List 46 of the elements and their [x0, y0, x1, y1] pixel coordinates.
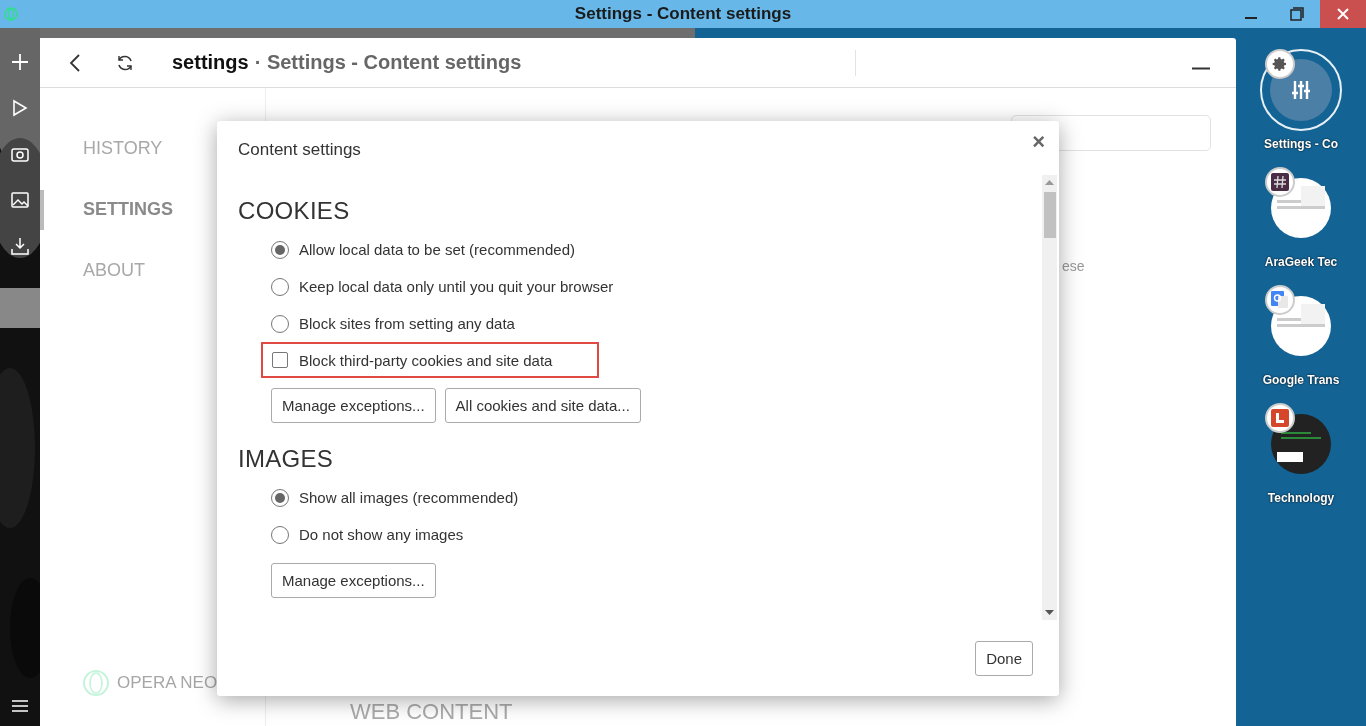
option-label: Block third-party cookies and site data	[299, 351, 553, 369]
option-label: Do not show any images	[299, 526, 464, 543]
square-logo-icon	[1271, 409, 1289, 427]
close-icon	[1337, 8, 1349, 20]
tab-item[interactable]: AraGeek Tec	[1241, 167, 1361, 269]
option-label: Allow local data to be set (recommended)	[299, 241, 575, 258]
radio-button[interactable]	[271, 314, 289, 333]
radio-button[interactable]	[271, 277, 289, 296]
brand-name: OPERA NEO	[117, 673, 218, 693]
section-heading: WEB CONTENT	[350, 699, 513, 725]
dialog-button[interactable]: All cookies and site data...	[444, 388, 641, 423]
done-button[interactable]: Done	[975, 640, 1033, 676]
dialog-button[interactable]: Manage exceptions...	[271, 388, 436, 423]
scroll-down-icon[interactable]	[1045, 610, 1054, 616]
nav-item[interactable]: SETTINGS	[83, 199, 173, 220]
close-button[interactable]	[1320, 0, 1366, 28]
checkbox[interactable]	[272, 352, 288, 368]
option-label: Show all images (recommended)	[299, 489, 519, 506]
minimize-icon	[1245, 17, 1257, 19]
radio-button[interactable]	[271, 525, 289, 544]
tab-item[interactable]: Technology	[1241, 403, 1361, 505]
tab-item[interactable]: Google Trans	[1241, 285, 1361, 387]
download-icon[interactable]	[8, 236, 32, 256]
scrollbar-thumb[interactable]	[1044, 192, 1056, 238]
scrollbar[interactable]	[1042, 175, 1057, 620]
window-title: Settings - Content settings	[574, 4, 792, 24]
maximize-icon	[1290, 7, 1304, 21]
setting-text: ese	[1062, 258, 1085, 274]
section-heading: IMAGES	[238, 445, 334, 472]
brand-logo-icon	[83, 670, 109, 696]
radio-button[interactable]	[271, 488, 289, 507]
image-icon[interactable]	[8, 190, 32, 210]
dialog-title: Content settings	[238, 140, 361, 159]
option-label: Block sites from setting any data	[299, 315, 515, 332]
hash-icon	[1271, 173, 1289, 191]
selection-marker	[40, 190, 44, 230]
radio-button[interactable]	[271, 240, 289, 259]
page-name: settings	[172, 51, 249, 74]
app-logo-icon	[4, 7, 18, 21]
option-label: Keep local data only until you quit your browser	[299, 278, 614, 295]
translate-icon	[1271, 291, 1289, 309]
section-heading: COOKIES	[238, 197, 350, 224]
dialog-button[interactable]: Manage exceptions...	[271, 563, 436, 598]
close-button[interactable]: ×	[1028, 129, 1049, 155]
gear-icon	[1272, 56, 1288, 72]
page-title: · Settings - Content settings	[254, 51, 522, 74]
